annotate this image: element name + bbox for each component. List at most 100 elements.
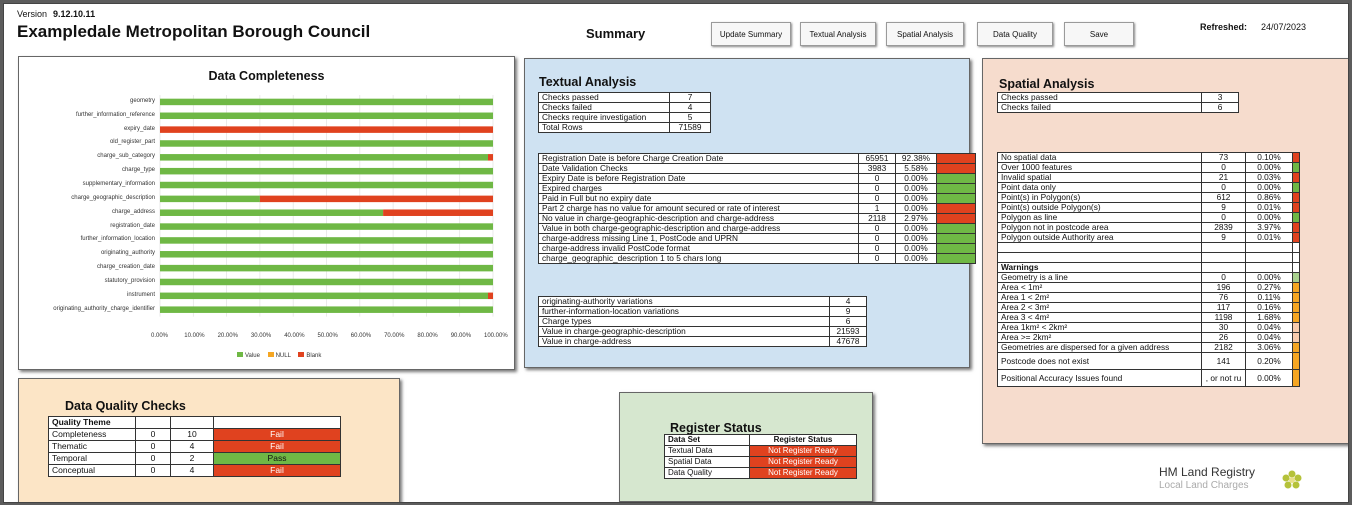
warning-percent: 0.00% [1245, 272, 1293, 283]
check-count: 0 [858, 253, 896, 264]
warning-percent: 0.16% [1245, 302, 1293, 313]
check-label: Expiry Date is before Registration Date [538, 173, 859, 184]
legend-blank-swatch [298, 352, 305, 357]
check-percent: 0.03% [1245, 172, 1293, 183]
warning-label: Positional Accuracy Issues found [997, 369, 1202, 387]
status-swatch [1292, 369, 1300, 387]
dq-total: 4 [170, 464, 214, 477]
warning-row: Positional Accuracy Issues found, or not… [997, 369, 1300, 387]
save-button[interactable]: Save [1064, 22, 1134, 46]
summary-row: Checks failed 6 [997, 102, 1239, 113]
bar-value-supplementary-information [160, 181, 493, 189]
row-value: 4 [829, 296, 867, 307]
warning-percent: 0.04% [1245, 322, 1293, 333]
check-label: Value in both charge-geographic-descript… [538, 223, 859, 234]
version-line: Version 9.12.10.11 [17, 9, 95, 19]
status-swatch [1292, 342, 1300, 353]
row-value: 9 [829, 306, 867, 317]
bar-value-further-information-reference [160, 112, 493, 120]
check-label: Point data only [997, 182, 1202, 193]
row-label: Total Rows [538, 122, 670, 133]
warning-label: Area 1km² < 2km² [997, 322, 1202, 333]
check-count: 2118 [858, 213, 896, 224]
status-swatch [1292, 282, 1300, 293]
status-swatch [936, 233, 976, 244]
category-label: charge_type [121, 167, 155, 174]
check-percent: 0.00% [895, 233, 937, 244]
textual-checks-table: Registration Date is before Charge Creat… [538, 153, 976, 264]
dq-status: Fail [213, 440, 341, 453]
category-label: instrument [126, 291, 155, 298]
category-label: geometry [129, 97, 155, 104]
dq-total: 4 [170, 440, 214, 453]
warning-count: 1198 [1201, 312, 1246, 323]
category-label: registration_date [110, 222, 155, 229]
empty-cell [170, 416, 214, 429]
empty-cell [997, 242, 1202, 253]
category-label: further_information_reference [75, 111, 155, 118]
status-swatch [1292, 172, 1300, 183]
bar-value-charge-type [160, 167, 493, 175]
status-swatch [1292, 232, 1300, 243]
spatial-check-row: Point(s) outside Polygon(s) 9 0.01% [997, 202, 1300, 213]
check-count: 0 [858, 243, 896, 254]
dq-header: Quality Theme [48, 416, 136, 429]
row-label: Value in charge-address [538, 336, 830, 347]
warning-count: , or not ru [1201, 369, 1246, 387]
spatial-check-row: No spatial data 73 0.10% [997, 152, 1300, 163]
x-tick-label: 100.00% [484, 332, 508, 339]
legend-null-label: NULL [275, 353, 291, 359]
row-value: 21593 [829, 326, 867, 337]
check-count: 2839 [1201, 222, 1246, 233]
spatial-analysis-button[interactable]: Spatial Analysis [886, 22, 964, 46]
register-status: Not Register Ready [749, 445, 857, 457]
textual-analysis-button[interactable]: Textual Analysis [800, 22, 876, 46]
register-dataset: Data Quality [664, 467, 750, 479]
category-label: charge_address [111, 208, 155, 215]
check-percent: 0.10% [1245, 152, 1293, 163]
warning-count: 117 [1201, 302, 1246, 313]
summary-row: Checks passed 3 [997, 92, 1239, 103]
spatial-title: Spatial Analysis [999, 77, 1095, 91]
category-label: statutory_provision [104, 277, 155, 284]
dq-count: 0 [135, 464, 171, 477]
category-label: originating_authority [100, 250, 155, 257]
register-status: Not Register Ready [749, 467, 857, 479]
status-swatch [1292, 202, 1300, 213]
variation-row: further-information-location variations 9 [538, 306, 867, 317]
check-label: Registration Date is before Charge Creat… [538, 153, 859, 164]
check-count: 73 [1201, 152, 1246, 163]
check-percent: 0.01% [1245, 202, 1293, 213]
bar-value-geometry [160, 98, 493, 106]
spacer-row [997, 242, 1300, 253]
empty-cell [997, 252, 1202, 263]
version-number: 9.12.10.11 [53, 9, 96, 19]
dq-theme: Completeness [48, 428, 136, 441]
status-swatch [936, 243, 976, 254]
empty-cell [1292, 252, 1300, 263]
check-row: Expiry Date is before Registration Date 0… [538, 173, 976, 184]
check-percent: 0.00% [1245, 162, 1293, 173]
warning-percent: 3.06% [1245, 342, 1293, 353]
check-percent: 0.00% [895, 203, 937, 214]
check-label: Date Validation Checks [538, 163, 859, 174]
check-count: 0 [858, 233, 896, 244]
empty-cell [1245, 242, 1293, 253]
check-label: Polygon outside Authority area [997, 232, 1202, 243]
check-label: No value in charge-geographic-descriptio… [538, 213, 859, 224]
row-value: 5 [669, 112, 711, 123]
dq-theme: Conceptual [48, 464, 136, 477]
empty-cell [1201, 242, 1246, 253]
empty-cell [1292, 242, 1300, 253]
empty-cell [1245, 252, 1293, 263]
summary-row: Checks require investigation 5 [538, 112, 711, 123]
row-label: further-information-location variations [538, 306, 830, 317]
status-swatch [1292, 322, 1300, 333]
check-count: 65951 [858, 153, 896, 164]
check-percent: 3.97% [1245, 222, 1293, 233]
status-swatch [936, 163, 976, 174]
update-summary-button[interactable]: Update Summary [711, 22, 791, 46]
x-tick-label: 60.00% [350, 332, 372, 339]
data-quality-button[interactable]: Data Quality [977, 22, 1053, 46]
check-row: No value in charge-geographic-descriptio… [538, 213, 976, 224]
